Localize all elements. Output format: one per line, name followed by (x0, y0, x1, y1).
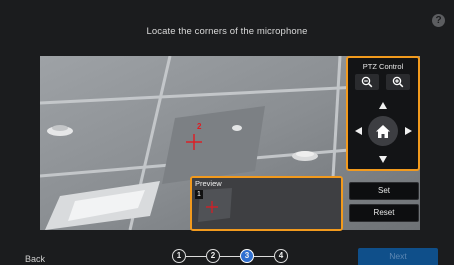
preview-label: Preview (195, 179, 222, 188)
home-button[interactable] (368, 116, 398, 146)
next-button[interactable]: Next (358, 248, 438, 265)
page-title: Locate the corners of the microphone (146, 26, 308, 37)
pan-left-button[interactable] (352, 125, 364, 137)
preview-badge: 1 (195, 190, 203, 199)
reset-button[interactable]: Reset (349, 204, 419, 222)
arrow-left-icon (354, 127, 362, 135)
step-4: 4 (274, 249, 288, 263)
pan-right-button[interactable] (402, 125, 414, 137)
marker-label: 2 (197, 122, 202, 131)
question-icon[interactable]: ? (432, 14, 445, 27)
arrow-right-icon (404, 127, 412, 135)
step-connector (186, 256, 206, 258)
preview-panel: Preview 1 (190, 176, 343, 231)
arrow-up-icon (379, 101, 387, 109)
step-2: 2 (206, 249, 220, 263)
step-connector (254, 256, 274, 258)
zoom-in-button[interactable] (386, 74, 410, 90)
back-button[interactable]: Back (25, 254, 45, 264)
set-button[interactable]: Set (349, 182, 419, 200)
step-connector (220, 256, 240, 258)
step-1: 1 (172, 249, 186, 263)
ptz-title: PTZ Control (362, 62, 404, 71)
zoom-in-icon (392, 76, 404, 88)
step-3: 3 (240, 249, 254, 263)
arrow-down-icon (379, 155, 387, 163)
ptz-control-panel: PTZ Control (346, 56, 420, 171)
pan-up-button[interactable] (377, 99, 389, 111)
zoom-out-button[interactable] (355, 74, 379, 90)
zoom-out-icon (361, 76, 373, 88)
pan-down-button[interactable] (377, 153, 389, 165)
home-icon (376, 124, 390, 138)
